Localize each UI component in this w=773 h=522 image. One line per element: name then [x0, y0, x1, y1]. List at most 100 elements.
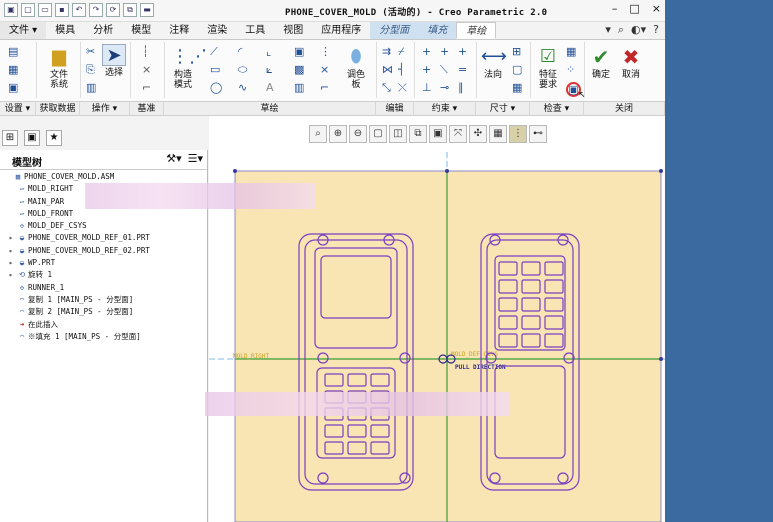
ellipse-icon[interactable]: ⬭ [238, 64, 247, 76]
group-label-7[interactable]: 尺寸 ▾ [476, 102, 530, 116]
sketch-setup-icon[interactable]: ▤ [8, 46, 18, 58]
fillet-icon[interactable]: ⌞ [266, 46, 271, 58]
rotate-resize-icon[interactable]: ⤡ [382, 82, 391, 94]
rectangle-icon[interactable]: ▭ [210, 64, 220, 76]
palette-button[interactable]: ⬮ 调色 板 [340, 46, 372, 90]
tab-6[interactable]: 工具 [236, 22, 274, 39]
tab-8[interactable]: 应用程序 [312, 22, 370, 39]
undo-icon[interactable]: ↶ [72, 3, 86, 17]
tab-11[interactable]: 草绘 [456, 22, 497, 39]
open-icon[interactable]: ▭ [38, 3, 52, 17]
group-label-5[interactable]: 编辑 [376, 102, 414, 116]
construct-mode-button[interactable]: ⋮⋰ 构造 模式 [168, 46, 207, 90]
tree-item[interactable]: ▸ ◒ WP.PRT [0, 257, 207, 269]
tree-item[interactable]: ✣ RUNNER_1 [0, 282, 207, 294]
group-label-4[interactable]: 草绘 [164, 102, 376, 116]
select-button[interactable]: ➤ 选择 [100, 44, 128, 78]
csys-icon[interactable]: ⌐ [320, 82, 329, 94]
tab-2[interactable]: 分析 [84, 22, 122, 39]
text-icon[interactable]: A [266, 82, 274, 94]
tab-1[interactable]: 模具 [46, 22, 84, 39]
tree-item[interactable]: ➜ 在此插入 [0, 319, 207, 331]
group-label-1[interactable]: 获取数据 [36, 102, 80, 116]
favorites-tab-icon[interactable]: ★ [46, 130, 62, 146]
parallel-icon[interactable]: ∥ [458, 82, 464, 94]
datum-csys-icon[interactable]: ⌐ [142, 82, 151, 94]
reference-dim-icon[interactable]: ▢ [512, 64, 522, 76]
arc-icon[interactable]: ◜ [238, 46, 242, 58]
baseline-icon[interactable]: ▦ [512, 82, 522, 94]
normal-dimension-button[interactable]: ⟷ 法向 [480, 46, 507, 80]
line-icon[interactable]: ⟋ [210, 46, 218, 58]
minimize-button[interactable]: – [612, 2, 618, 15]
project-icon[interactable]: ▥ [294, 82, 304, 94]
new-icon[interactable]: ▢ [21, 3, 35, 17]
vertical-constraint-icon[interactable]: + [422, 46, 431, 58]
horizontal-constraint-icon[interactable]: + [422, 64, 431, 76]
group-label-2[interactable]: 操作 ▾ [80, 102, 130, 116]
reference-icon[interactable]: ▦ [8, 64, 18, 76]
modify-icon[interactable]: ⇉ [382, 46, 391, 58]
equal-icon[interactable]: = [458, 64, 467, 76]
maximize-button[interactable]: □ [629, 2, 639, 15]
datum-point-icon[interactable]: × [142, 64, 151, 76]
close-window-icon[interactable]: ▬ [140, 3, 154, 17]
tree-columns-icon[interactable]: ☰▾ [188, 152, 203, 165]
centerline-icon[interactable]: ┆ [142, 46, 149, 58]
regenerate-icon[interactable]: ⟳ [106, 3, 120, 17]
collapse-ribbon-icon[interactable]: ▾ [605, 23, 611, 37]
tree-item[interactable]: ◠ ※填充 1 [MAIN_PS - 分型面] [0, 331, 207, 343]
redo-icon[interactable]: ↷ [89, 3, 103, 17]
corner-icon[interactable]: ┤ [398, 64, 405, 76]
circle-icon[interactable]: ◯ [210, 82, 222, 94]
tab-0[interactable]: 文件 ▾ [0, 22, 47, 39]
ok-button[interactable]: ✔ 确定 [588, 46, 614, 80]
center-point-icon[interactable]: × [320, 64, 329, 76]
thicken-icon[interactable]: ▩ [294, 64, 304, 76]
folder-browser-tab-icon[interactable]: ▣ [24, 130, 40, 146]
midpoint-icon[interactable]: ⟍ [440, 64, 448, 76]
tab-5[interactable]: 渲染 [198, 22, 236, 39]
cut-icon[interactable]: ✂ [86, 46, 95, 58]
centerline-tangent-icon[interactable]: ⋮ [320, 46, 331, 58]
help-icon[interactable]: ? [653, 23, 659, 37]
feature-requirements-button[interactable]: ☑ 特征 要求 [534, 46, 562, 90]
expand-arrow-icon[interactable]: ▸ [6, 257, 16, 269]
group-label-0[interactable]: 设置 ▾ [0, 102, 36, 116]
chamfer-icon[interactable]: ⟀ [266, 64, 273, 76]
coincident-icon[interactable]: ⊸ [440, 82, 449, 94]
expand-arrow-icon[interactable]: ▸ [6, 245, 16, 257]
graphics-area[interactable]: ⌕ ⊕ ⊖ ▢ ◫ ⧉ ▣ ⤧ ✣ ▦ ⋮ ⊷ MOLD_RIGHT MOLD_… [209, 116, 665, 522]
offset-icon[interactable]: ▣ [294, 46, 304, 58]
group-label-9[interactable]: 关闭 [584, 102, 665, 116]
tab-10[interactable]: 填充 [418, 22, 457, 39]
tree-item[interactable]: ▱ MOLD_FRONT [0, 208, 207, 220]
tree-item[interactable]: ◠ 复制 2 [MAIN_PS - 分型面] [0, 306, 207, 318]
tangent-icon[interactable]: + [440, 46, 449, 58]
tree-item[interactable]: ◠ 复制 1 [MAIN_PS - 分型面] [0, 294, 207, 306]
paste-icon[interactable]: ▥ [86, 82, 96, 94]
sketch-view-icon[interactable]: ▣ [8, 82, 18, 94]
community-icon[interactable]: ◐▾ [631, 23, 646, 37]
group-label-6[interactable]: 约束 ▾ [414, 102, 476, 116]
cancel-button[interactable]: ✖ 取消 [618, 46, 644, 80]
delete-segment-icon[interactable]: ⌿ [398, 46, 405, 58]
tree-item[interactable]: ▸ ◒ PHONE_COVER_MOLD_REF_01.PRT [0, 232, 207, 244]
overlap-geometry-icon[interactable]: ▦ [566, 46, 576, 58]
tree-item[interactable]: ✣ MOLD_DEF_CSYS [0, 220, 207, 232]
spline-icon[interactable]: ∿ [238, 82, 247, 94]
symmetric-icon[interactable]: + [458, 46, 467, 58]
expand-arrow-icon[interactable]: ▸ [6, 232, 16, 244]
group-label-3[interactable]: 基准 [130, 102, 164, 116]
group-label-8[interactable]: 检查 ▾ [530, 102, 584, 116]
tree-item[interactable]: ▦ PHONE_COVER_MOLD.ASM [0, 171, 207, 183]
copy-icon[interactable]: ⎘ [86, 64, 95, 76]
tab-9[interactable]: 分型面 [370, 22, 419, 39]
mirror-icon[interactable]: ⋈ [382, 64, 393, 76]
highlight-open-ends-icon[interactable]: ⁘ [566, 64, 575, 76]
perimeter-icon[interactable]: ⊞ [512, 46, 521, 58]
tab-4[interactable]: 注释 [160, 22, 198, 39]
tree-item[interactable]: ▸ ⟲ 旋转 1 [0, 269, 207, 281]
divide-icon[interactable]: ⤬ [398, 82, 407, 94]
perpendicular-icon[interactable]: ⊥ [422, 82, 432, 94]
